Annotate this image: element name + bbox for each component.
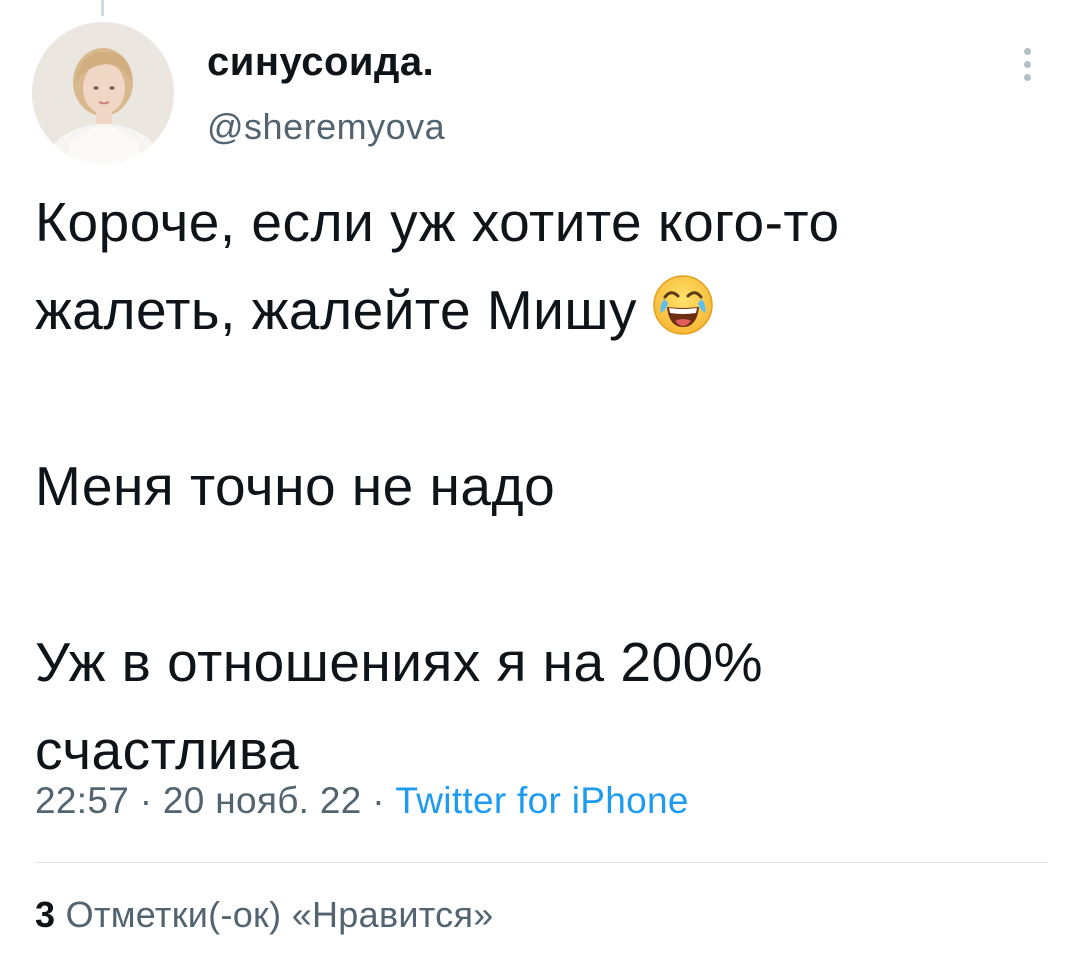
tweet-date[interactable]: 20 нояб. 22 (163, 780, 362, 821)
more-dot-icon (1024, 48, 1031, 55)
tweet-text-line-with-emoji: жалеть, жалейте Мишу (35, 266, 1045, 354)
author-handle[interactable]: @sheremyova (207, 106, 445, 148)
meta-separator: · (372, 780, 385, 821)
tweet-text-line: Меня точно не надо (35, 455, 556, 517)
more-dot-icon (1024, 61, 1031, 68)
likes-stat[interactable]: 3 Отметки(-ок) «Нравится» (35, 894, 494, 936)
tweet-text-line: жалеть, жалейте Мишу (35, 279, 638, 341)
tweet-meta: 22:57 · 20 нояб. 22 · Twitter for iPhone (35, 780, 689, 822)
tweet-time[interactable]: 22:57 (35, 780, 129, 821)
avatar[interactable] (32, 22, 174, 164)
tweet-source-link[interactable]: Twitter for iPhone (395, 780, 688, 821)
tweet-text-line (35, 530, 1045, 618)
divider (35, 862, 1048, 863)
thread-connector-line (101, 0, 104, 16)
likes-label: Отметки(-ок) «Нравится» (65, 894, 494, 935)
tweet-text: Короче, если уж хотите кого-то жалеть, ж… (35, 178, 1045, 794)
meta-separator: · (139, 780, 153, 821)
more-options-button[interactable] (1012, 44, 1042, 84)
likes-count: 3 (35, 894, 56, 935)
avatar-photo (32, 22, 174, 164)
tweet-text-line: Уж в отношениях я на 200% (35, 631, 764, 693)
tweet-text-line (35, 354, 1045, 442)
face-with-tears-of-joy-icon (651, 273, 715, 362)
author-display-name[interactable]: синусоида. (207, 40, 434, 85)
tweet-text-line: Короче, если уж хотите кого-то (35, 191, 840, 253)
more-dot-icon (1024, 74, 1031, 81)
